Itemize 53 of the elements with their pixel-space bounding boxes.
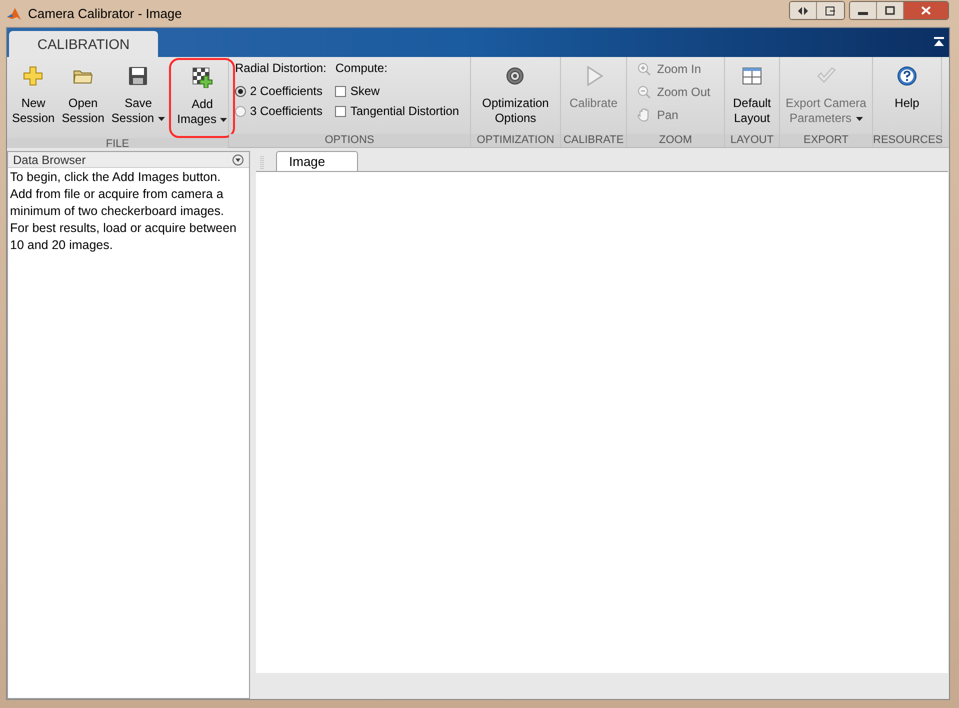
dropdown-arrow-icon <box>856 116 862 120</box>
group-label: CALIBRATE <box>561 134 626 147</box>
collapse-icon <box>934 37 944 46</box>
close-icon <box>921 6 931 15</box>
option-label: Skew <box>350 84 380 99</box>
group-label: OPTIMIZATION <box>471 134 560 147</box>
instructions-text: To begin, click the Add Images button. Add from file or acquire from camera a minimum of two checkerboard images. For best results, load or acquire between 10 and 20 images. <box>9 169 238 254</box>
window-title: Camera Calibrator - Image <box>28 4 182 23</box>
dropdown-arrow-icon <box>158 116 166 120</box>
maximize-button[interactable] <box>877 2 904 19</box>
group-heading: Radial Distortion: <box>235 61 326 76</box>
toolstrip-button[interactable]: Optimization Options <box>479 61 552 133</box>
ribbon-tab[interactable]: CALIBRATION <box>9 31 158 57</box>
toolstrip-button[interactable]: New Session <box>9 61 58 133</box>
group-label: EXPORT <box>780 134 872 147</box>
toolstrip-button[interactable]: Help <box>892 61 922 133</box>
toolstrip-button[interactable]: Open Session <box>58 61 108 133</box>
plus-icon <box>22 65 44 87</box>
gear-icon <box>504 65 526 87</box>
panel-menu-icon[interactable] <box>232 154 244 166</box>
toolstrip-button[interactable]: Save Session <box>108 61 168 133</box>
toolstrip-button[interactable]: Add Images <box>174 62 230 134</box>
checkerboard-plus-icon <box>191 66 214 88</box>
option-label: Tangential Distortion <box>350 104 460 119</box>
grid-icon <box>741 65 763 87</box>
group-label: RESOURCES <box>873 134 941 147</box>
group-label: ZOOM <box>627 134 724 147</box>
group-label: OPTIONS <box>229 134 470 147</box>
dropdown-arrow-icon <box>220 118 228 122</box>
window-icon <box>825 6 836 16</box>
zoom-in-icon <box>637 62 651 76</box>
panel-title: Data Browser <box>13 152 86 168</box>
option-label: 3 Coefficients <box>250 104 322 119</box>
close-button[interactable] <box>904 2 948 19</box>
undock-button[interactable] <box>790 2 817 19</box>
hand-icon <box>637 108 651 122</box>
maximize-icon <box>885 6 895 15</box>
help-icon <box>896 65 918 87</box>
app-logo-icon <box>6 6 22 22</box>
grip-icon <box>260 155 264 171</box>
document-tab[interactable]: Image <box>276 151 358 171</box>
radio-button[interactable] <box>235 106 246 117</box>
toolstrip-button[interactable]: Default Layout <box>730 61 774 133</box>
dock-button[interactable] <box>817 2 844 19</box>
option-label: 2 Coefficients <box>250 84 322 99</box>
checkbox[interactable] <box>335 86 346 97</box>
minimize-button[interactable] <box>850 2 877 19</box>
arrows-icon <box>797 6 809 14</box>
zoom-out-icon <box>637 85 651 99</box>
radio-button[interactable] <box>235 86 246 97</box>
checkbox[interactable] <box>335 106 346 117</box>
group-label: LAYOUT <box>725 134 779 147</box>
group-heading: Compute: <box>335 61 388 76</box>
